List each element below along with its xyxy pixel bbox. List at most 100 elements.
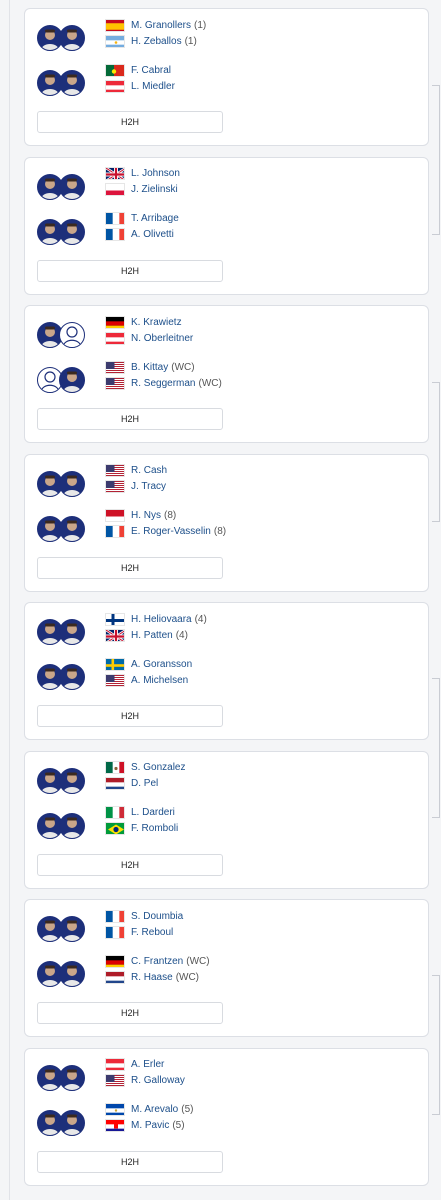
great-britain-flag-icon bbox=[105, 167, 125, 180]
bracket-connector bbox=[432, 975, 440, 1115]
match-card: S. Gonzalez D. Pel L. Darderi F. Romboli H2H bbox=[24, 750, 429, 889]
h2h-button[interactable]: H2H bbox=[37, 556, 223, 579]
player-name-link[interactable]: K. Krawietz bbox=[131, 317, 182, 328]
team-1: A. Erler R. Galloway bbox=[37, 1057, 417, 1093]
usa-flag-icon bbox=[105, 464, 125, 477]
player-avatar[interactable] bbox=[59, 25, 85, 51]
player-avatar[interactable] bbox=[59, 767, 85, 794]
player-row: S. Doumbia bbox=[105, 908, 183, 924]
player-name-link[interactable]: R. Seggerman bbox=[131, 378, 195, 389]
poland-flag-icon bbox=[105, 183, 125, 196]
netherlands-flag-icon bbox=[105, 777, 125, 790]
player-name-link[interactable]: H. Zeballos bbox=[131, 36, 182, 47]
player-name-link[interactable]: D. Pel bbox=[131, 778, 158, 789]
player-avatar[interactable] bbox=[59, 619, 85, 645]
team-1: H. Heliovaara (4) H. Patten (4) bbox=[37, 611, 417, 647]
player-name-link[interactable]: J. Tracy bbox=[131, 481, 166, 492]
player-avatar[interactable] bbox=[59, 515, 85, 542]
team-1: L. Johnson J. Zielinski bbox=[37, 166, 417, 202]
player-name-link[interactable]: B. Kittay bbox=[131, 362, 168, 373]
player-name-link[interactable]: S. Doumbia bbox=[131, 911, 183, 922]
h2h-button[interactable]: H2H bbox=[37, 259, 223, 282]
el-salvador-flag-icon bbox=[105, 1103, 125, 1116]
team-avatars bbox=[37, 173, 85, 200]
usa-flag-icon bbox=[105, 376, 125, 390]
team-avatars bbox=[37, 470, 85, 497]
player-avatar[interactable] bbox=[59, 812, 85, 839]
team-1: M. Granollers (1) H. Zeballos (1) bbox=[37, 17, 417, 53]
team-1: S. Gonzalez D. Pel bbox=[37, 760, 417, 796]
germany-flag-icon bbox=[105, 954, 125, 968]
player-name-link[interactable]: L. Darderi bbox=[131, 807, 175, 818]
player-name-link[interactable]: L. Johnson bbox=[131, 168, 180, 179]
france-flag-icon bbox=[105, 909, 125, 923]
team-1: S. Doumbia F. Reboul bbox=[37, 908, 417, 944]
player-name-link[interactable]: F. Reboul bbox=[131, 927, 173, 938]
player-seed: (4) bbox=[175, 629, 188, 641]
h2h-button[interactable]: H2H bbox=[37, 408, 223, 430]
team-avatars bbox=[37, 367, 85, 393]
team-2: M. Arevalo (5) M. Pavic (5) bbox=[37, 1102, 417, 1138]
player-avatar[interactable] bbox=[59, 70, 85, 96]
player-avatar[interactable] bbox=[59, 664, 85, 690]
player-name-link[interactable]: H. Heliovaara bbox=[131, 614, 192, 625]
player-name-link[interactable]: A. Goransson bbox=[131, 659, 192, 670]
sweden-flag-icon bbox=[105, 657, 125, 671]
player-name-link[interactable]: M. Arevalo bbox=[131, 1104, 178, 1115]
player-row: A. Goransson bbox=[105, 656, 192, 672]
h2h-button[interactable]: H2H bbox=[37, 111, 223, 133]
player-name-link[interactable]: A. Olivetti bbox=[131, 229, 174, 240]
player-name-link[interactable]: R. Haase bbox=[131, 972, 173, 983]
team-avatars bbox=[37, 322, 85, 348]
player-avatar[interactable] bbox=[59, 322, 85, 348]
h2h-button[interactable]: H2H bbox=[37, 705, 223, 727]
h2h-button[interactable]: H2H bbox=[37, 1150, 223, 1173]
team-avatars bbox=[37, 1064, 85, 1091]
player-row: D. Pel bbox=[105, 776, 158, 792]
player-row: A. Olivetti bbox=[105, 227, 174, 243]
player-row: J. Zielinski bbox=[105, 182, 178, 198]
player-name-link[interactable]: R. Galloway bbox=[131, 1075, 185, 1086]
player-avatar[interactable] bbox=[59, 1109, 85, 1136]
player-seed: (1) bbox=[194, 19, 207, 31]
player-avatar[interactable] bbox=[59, 367, 85, 393]
player-avatar[interactable] bbox=[59, 961, 85, 987]
player-name-link[interactable]: E. Roger-Vasselin bbox=[131, 526, 211, 537]
player-name-link[interactable]: F. Cabral bbox=[131, 65, 171, 76]
player-name-link[interactable]: N. Oberleitner bbox=[131, 333, 193, 344]
team-2: H. Nys (8) E. Roger-Vasselin (8) bbox=[37, 508, 417, 544]
player-name-link[interactable]: A. Michelsen bbox=[131, 675, 188, 686]
player-seed: (WC) bbox=[171, 361, 195, 373]
player-seed: (WC) bbox=[186, 955, 210, 967]
monaco-flag-icon bbox=[105, 509, 125, 522]
player-name-link[interactable]: M. Pavic bbox=[131, 1120, 169, 1131]
player-avatar[interactable] bbox=[59, 218, 85, 245]
player-name-link[interactable]: H. Nys bbox=[131, 510, 161, 521]
austria-flag-icon bbox=[105, 331, 125, 345]
player-avatar[interactable] bbox=[59, 173, 85, 200]
match-card: H. Heliovaara (4) H. Patten (4) A. Goransson… bbox=[24, 602, 429, 740]
player-seed: (8) bbox=[213, 526, 227, 537]
player-name-link[interactable]: M. Granollers bbox=[131, 20, 191, 31]
player-name-link[interactable]: F. Romboli bbox=[131, 823, 178, 834]
netherlands-flag-icon bbox=[105, 970, 125, 984]
player-avatar[interactable] bbox=[59, 916, 85, 942]
player-name-link[interactable]: L. Miedler bbox=[131, 81, 175, 92]
player-name-link[interactable]: R. Cash bbox=[131, 465, 167, 476]
usa-flag-icon bbox=[105, 1074, 125, 1087]
h2h-button[interactable]: H2H bbox=[37, 1002, 223, 1024]
player-seed: (WC) bbox=[198, 377, 222, 389]
france-flag-icon bbox=[105, 228, 125, 241]
h2h-button[interactable]: H2H bbox=[37, 853, 223, 876]
player-row: E. Roger-Vasselin (8) bbox=[105, 524, 226, 540]
player-avatar[interactable] bbox=[59, 1064, 85, 1091]
player-name-link[interactable]: T. Arribage bbox=[131, 213, 179, 224]
player-name-link[interactable]: J. Zielinski bbox=[131, 184, 178, 195]
player-name-link[interactable]: S. Gonzalez bbox=[131, 762, 185, 773]
player-avatar[interactable] bbox=[59, 470, 85, 497]
player-name-link[interactable]: A. Erler bbox=[131, 1059, 164, 1070]
player-name-link[interactable]: H. Patten bbox=[131, 630, 173, 641]
player-row: A. Michelsen bbox=[105, 672, 188, 688]
player-name-link[interactable]: C. Frantzen bbox=[131, 956, 183, 967]
team-avatars bbox=[37, 961, 85, 987]
